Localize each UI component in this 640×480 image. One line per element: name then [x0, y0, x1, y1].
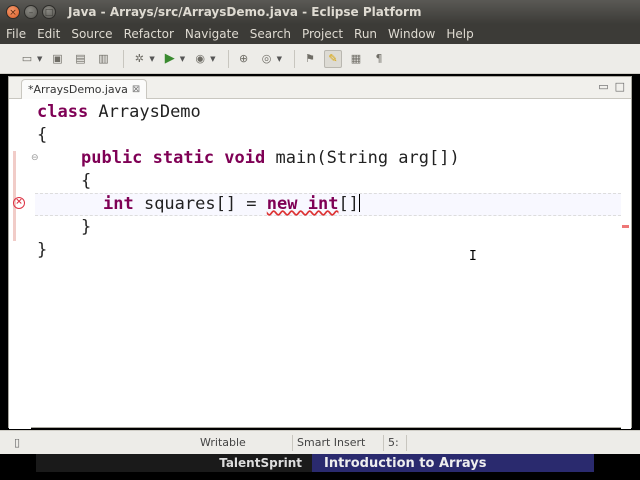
- code-line: class ArraysDemo: [37, 101, 460, 124]
- keyword: int: [103, 194, 134, 214]
- minimize-window-button[interactable]: –: [24, 5, 38, 19]
- search-icon[interactable]: ◎: [258, 50, 276, 68]
- toolbar-separator: [227, 49, 229, 68]
- main-toolbar: ▭ ▼ ▣ ▤ ▥ ✲ ▼ ▶ ▼ ◉ ▼ ⊕ ◎ ▼ ⚑ ✎ ▦ ¶: [0, 44, 640, 74]
- maximize-window-button[interactable]: □: [42, 5, 56, 19]
- keyword: public static void: [81, 148, 266, 168]
- status-writable: Writable: [200, 436, 246, 449]
- title-bar: × – □ Java - Arrays/src/ArraysDemo.java …: [0, 0, 640, 24]
- status-insert-mode[interactable]: Smart Insert: [293, 436, 383, 449]
- code-text: squares[] =: [133, 194, 267, 214]
- save-icon[interactable]: ▣: [48, 50, 66, 68]
- caption-banner: TalentSprint Introduction to Arrays: [36, 454, 594, 472]
- toolbar-separator: [293, 49, 295, 68]
- code-line: }: [37, 239, 460, 262]
- code-line: int squares[] = new int[]: [37, 193, 460, 216]
- new-icon[interactable]: ▭: [18, 50, 36, 68]
- tab-arraysdemo-java[interactable]: *ArraysDemo.java ⊠: [21, 79, 148, 99]
- external-tools-icon[interactable]: ◉: [191, 50, 209, 68]
- error-overview-marker[interactable]: [622, 225, 629, 228]
- code-text: }: [81, 217, 92, 237]
- print-icon[interactable]: ▥: [94, 50, 112, 68]
- keyword: class: [37, 102, 89, 122]
- menu-navigate[interactable]: Navigate: [185, 27, 239, 41]
- code-line: {: [37, 124, 460, 147]
- chevron-down-icon[interactable]: ▼: [37, 55, 42, 63]
- window-controls: × – □: [6, 5, 56, 19]
- chevron-down-icon[interactable]: ▼: [210, 55, 215, 63]
- code-line: public static void main(String arg[]): [37, 147, 460, 170]
- menu-help[interactable]: Help: [446, 27, 473, 41]
- code-text: {: [81, 171, 92, 191]
- keyword: new int: [266, 194, 339, 214]
- code-text: {: [37, 125, 48, 145]
- menu-window[interactable]: Window: [388, 27, 435, 41]
- tab-label: *ArraysDemo.java: [28, 83, 128, 96]
- overview-ruler: [621, 99, 631, 429]
- error-icon[interactable]: ×: [13, 197, 25, 209]
- toolbar-separator: [123, 49, 125, 68]
- menu-project[interactable]: Project: [302, 27, 343, 41]
- minimize-view-icon[interactable]: ▭: [598, 80, 608, 93]
- maximize-view-icon[interactable]: □: [615, 80, 625, 93]
- close-window-button[interactable]: ×: [6, 5, 20, 19]
- show-whitespace-icon[interactable]: ¶: [370, 50, 388, 68]
- view-controls: ▭ □: [598, 80, 625, 93]
- run-icon[interactable]: ▶: [161, 50, 179, 68]
- menu-file[interactable]: File: [6, 27, 26, 41]
- editor-tab-bar: *ArraysDemo.java ⊠ ▭ □: [9, 77, 631, 99]
- code-text: []: [338, 194, 359, 214]
- status-separator: [383, 434, 384, 451]
- menu-run[interactable]: Run: [354, 27, 377, 41]
- menu-refactor[interactable]: Refactor: [124, 27, 174, 41]
- menu-edit[interactable]: Edit: [37, 27, 60, 41]
- menu-source[interactable]: Source: [71, 27, 112, 41]
- status-separator: [406, 434, 407, 451]
- vertical-ruler: [9, 99, 31, 429]
- chevron-down-icon[interactable]: ▼: [277, 55, 282, 63]
- debug-icon[interactable]: ✲: [130, 50, 148, 68]
- java-editor: *ArraysDemo.java ⊠ ▭ □ × ⊖ class ArraysD…: [8, 76, 632, 429]
- status-bar: ▯ Writable Smart Insert 5:: [0, 430, 640, 454]
- window-title: Java - Arrays/src/ArraysDemo.java - Ecli…: [68, 5, 422, 19]
- save-all-icon[interactable]: ▤: [71, 50, 89, 68]
- open-type-icon[interactable]: ⊕: [235, 50, 253, 68]
- error-range-marker: [13, 151, 16, 241]
- code-text: main(String arg[]): [265, 148, 460, 168]
- menu-search[interactable]: Search: [250, 27, 291, 41]
- fast-view-icon[interactable]: ▯: [14, 436, 32, 449]
- chevron-down-icon[interactable]: ▼: [149, 55, 154, 63]
- code-area[interactable]: class ArraysDemo { public static void ma…: [37, 101, 460, 262]
- lesson-title: Introduction to Arrays: [312, 454, 594, 472]
- ibeam-cursor-icon: I: [469, 249, 477, 264]
- code-line: {: [37, 170, 460, 193]
- status-cursor-position: 5:: [388, 436, 399, 449]
- code-text: }: [37, 240, 48, 260]
- menu-bar: File Edit Source Refactor Navigate Searc…: [0, 24, 640, 44]
- block-selection-icon[interactable]: ▦: [347, 50, 365, 68]
- toggle-breadcrumb-icon[interactable]: ⚑: [301, 50, 319, 68]
- brand-label: TalentSprint: [36, 454, 312, 472]
- chevron-down-icon[interactable]: ▼: [180, 55, 185, 63]
- text-caret: [358, 194, 360, 212]
- code-line: }: [37, 216, 460, 239]
- mark-occurrences-icon[interactable]: ✎: [323, 49, 342, 68]
- close-icon[interactable]: ⊠: [132, 84, 140, 95]
- code-text: ArraysDemo: [88, 102, 201, 122]
